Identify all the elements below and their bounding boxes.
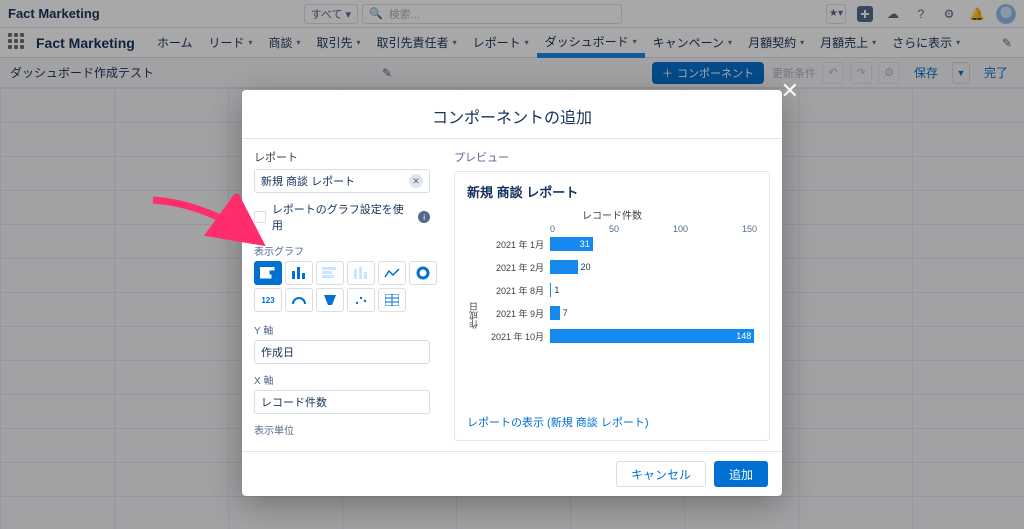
preview-label: プレビュー bbox=[454, 149, 770, 165]
bar-category-label: 2021 年 1月 bbox=[482, 238, 550, 251]
chart-type-stacked-vbar-icon[interactable] bbox=[347, 261, 375, 285]
chart-type-scatter-icon[interactable] bbox=[347, 288, 375, 312]
bar: 148 bbox=[550, 329, 754, 343]
bar-category-label: 2021 年 8月 bbox=[482, 284, 550, 297]
modal-footer: キャンセル 追加 bbox=[242, 452, 782, 496]
view-report-link[interactable]: レポートの表示 (新規 商談 レポート) bbox=[467, 406, 757, 430]
cancel-button[interactable]: キャンセル bbox=[616, 461, 706, 487]
bar-value: 1 bbox=[554, 285, 559, 295]
use-report-chart-checkbox[interactable]: レポートのグラフ設定を使用 i bbox=[254, 201, 430, 233]
clear-icon[interactable]: ✕ bbox=[409, 174, 423, 188]
report-input[interactable]: 新規 商談 レポート ✕ bbox=[254, 169, 430, 193]
bar-value: 7 bbox=[563, 308, 568, 318]
chart-axis-title: レコード件数 bbox=[467, 207, 757, 222]
bar-category-label: 2021 年 2月 bbox=[482, 261, 550, 274]
bar bbox=[550, 306, 560, 320]
bar-row: 2021 年 1月 31 bbox=[482, 236, 757, 252]
chart-type-line-icon[interactable] bbox=[378, 261, 406, 285]
bar-value: 31 bbox=[580, 237, 590, 251]
chart-type-table-icon[interactable] bbox=[378, 288, 406, 312]
chart-type-funnel-icon[interactable] bbox=[316, 288, 344, 312]
x-axis-label: X 軸 bbox=[254, 372, 430, 387]
add-button[interactable]: 追加 bbox=[714, 461, 768, 487]
config-panel: レポート 新規 商談 レポート ✕ レポートのグラフ設定を使用 i 表示グラフ … bbox=[242, 139, 442, 451]
bar-row: 2021 年 10月 148 bbox=[482, 328, 757, 344]
y-axis-label: Y 軸 bbox=[254, 322, 430, 337]
bar bbox=[550, 260, 578, 274]
chart-area: 作成日 0 50 100 150 2021 年 1月312021 年 2月202… bbox=[467, 224, 757, 406]
info-icon[interactable]: i bbox=[418, 211, 430, 223]
add-component-modal: コンポーネントの追加 レポート 新規 商談 レポート ✕ レポートのグラフ設定を… bbox=[242, 90, 782, 496]
bar-row: 2021 年 2月 20 bbox=[482, 259, 757, 275]
chart-type-selector: 123 bbox=[254, 261, 430, 312]
bar-row: 2021 年 9月 7 bbox=[482, 305, 757, 321]
chart-type-hbar-icon[interactable] bbox=[254, 261, 282, 285]
preview-card: 新規 商談 レポート レコード件数 作成日 0 50 100 150 2021 … bbox=[454, 171, 770, 441]
bar: 31 bbox=[550, 237, 593, 251]
report-field-label: レポート bbox=[254, 149, 430, 165]
preview-chart-title: 新規 商談 レポート bbox=[467, 182, 757, 201]
chart-type-vbar-icon[interactable] bbox=[285, 261, 313, 285]
preview-panel: プレビュー 新規 商談 レポート レコード件数 作成日 0 50 100 150… bbox=[442, 139, 782, 451]
bar-category-label: 2021 年 9月 bbox=[482, 307, 550, 320]
bar-row: 2021 年 8月 1 bbox=[482, 282, 757, 298]
chart-type-gauge-icon[interactable] bbox=[285, 288, 313, 312]
x-axis-select[interactable]: レコード件数 bbox=[254, 390, 430, 414]
modal-title: コンポーネントの追加 bbox=[242, 90, 782, 138]
close-icon[interactable]: ✕ bbox=[781, 78, 799, 104]
chart-type-metric-icon[interactable]: 123 bbox=[254, 288, 282, 312]
chart-type-stacked-hbar-icon[interactable] bbox=[316, 261, 344, 285]
bar-value: 20 bbox=[581, 262, 591, 272]
bar-category-label: 2021 年 10月 bbox=[482, 330, 550, 343]
x-axis-ticks: 0 50 100 150 bbox=[482, 224, 757, 234]
y-axis-select[interactable]: 作成日 bbox=[254, 340, 430, 364]
y-axis-label-vertical: 作成日 bbox=[467, 302, 480, 329]
checkbox-icon bbox=[254, 211, 266, 223]
bar-value: 148 bbox=[736, 329, 751, 343]
chart-type-donut-icon[interactable] bbox=[409, 261, 437, 285]
display-chart-label: 表示グラフ bbox=[254, 243, 430, 258]
bar bbox=[550, 283, 551, 297]
